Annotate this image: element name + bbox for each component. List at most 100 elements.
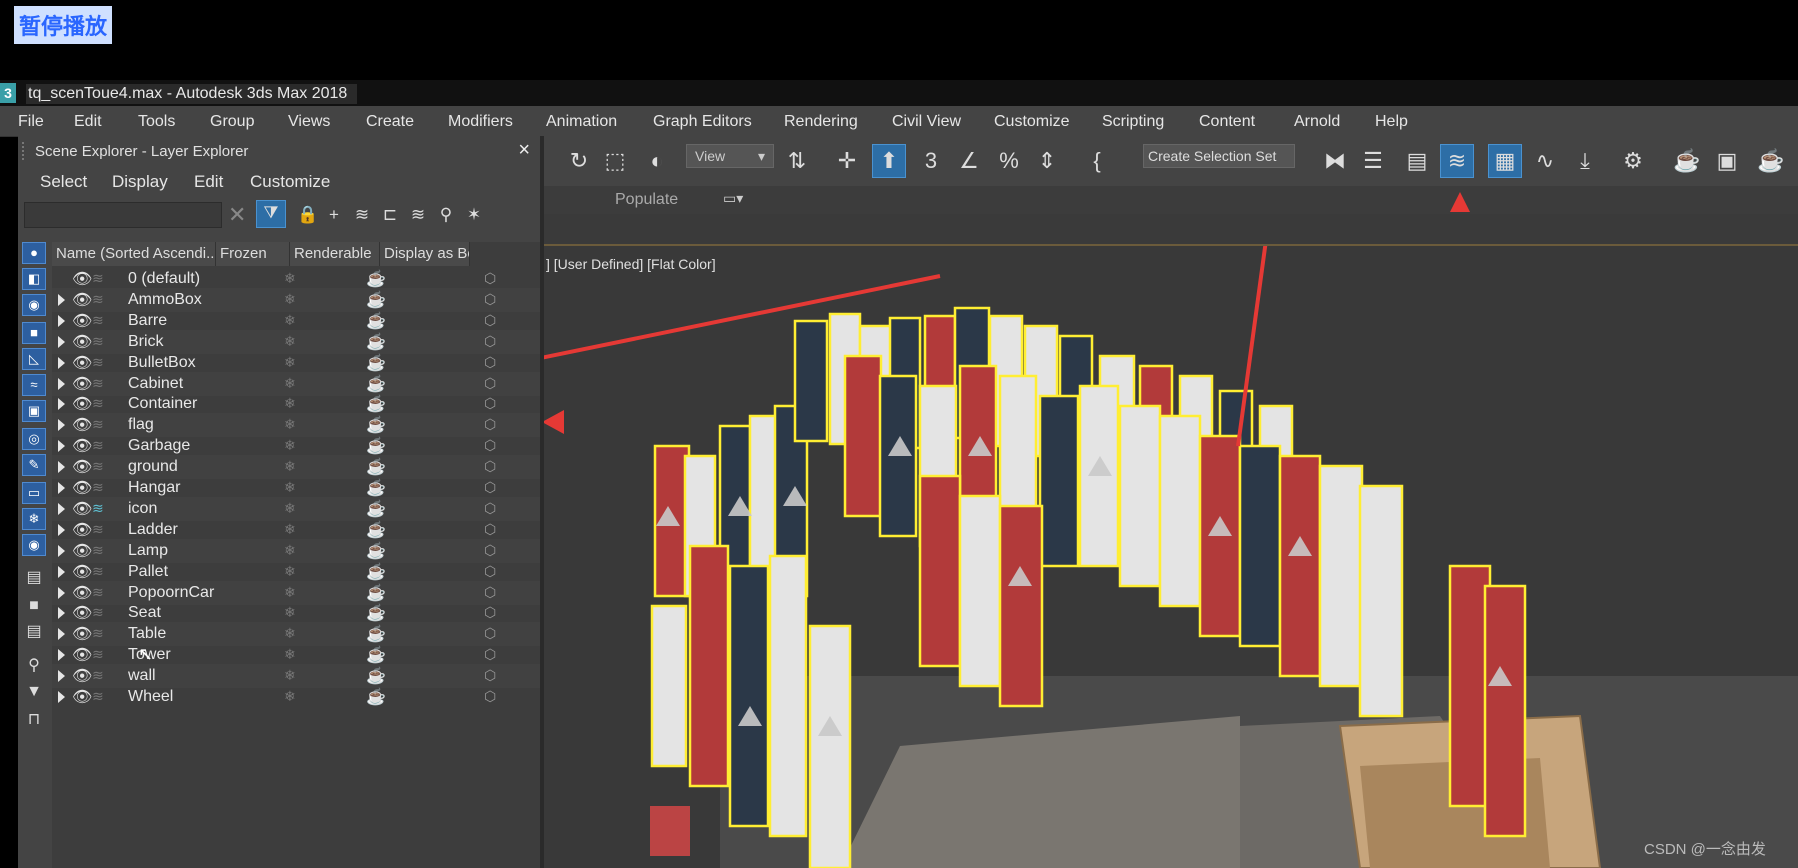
select-region-icon[interactable]: ⬚ [598,144,632,178]
freeze-snowflake-icon[interactable]: ❄ [284,395,296,412]
freeze-snowflake-icon[interactable]: ❄ [284,667,296,684]
renderable-teapot-icon[interactable]: ☕ [366,562,386,582]
expand-arrow-icon[interactable] [58,419,65,432]
helpers-filter-icon[interactable]: ◺ [22,348,46,370]
filter-toggle-icon[interactable]: ▼ [23,682,45,702]
column-header-renderable[interactable]: Renderable [290,242,380,266]
menu-content[interactable]: Content [1199,113,1255,131]
layer-name[interactable]: icon [128,500,157,518]
freeze-snowflake-icon[interactable]: ❄ [284,375,296,392]
visibility-eye-icon[interactable]: 👁 [72,499,92,519]
sync-selection-icon[interactable]: ⚲ [23,656,45,676]
layer-name[interactable]: ground [128,458,178,476]
pivot-center-icon[interactable]: ⇅ [780,144,814,178]
layer-stack-icon[interactable]: ≋ [92,437,104,454]
layer-stack-icon[interactable]: ≋ [406,203,430,227]
renderable-teapot-icon[interactable]: ☕ [366,583,386,603]
visibility-eye-icon[interactable]: 👁 [72,311,92,331]
layer-name[interactable]: Garbage [128,437,190,455]
freeze-snowflake-icon[interactable]: ❄ [284,542,296,559]
menu-create[interactable]: Create [366,113,414,131]
menu-group[interactable]: Group [210,113,254,131]
freeze-snowflake-icon[interactable]: ❄ [284,458,296,475]
display-as-box-icon[interactable]: ⬡ [484,270,496,287]
expand-arrow-icon[interactable] [58,398,65,411]
menu-edit[interactable]: Edit [74,113,102,131]
groups-filter-icon[interactable]: ▣ [22,400,46,422]
display-all-icon[interactable]: ▤ [23,568,45,588]
layer-stack-icon[interactable]: ≋ [92,395,104,412]
renderable-teapot-icon[interactable]: ☕ [366,436,386,456]
expand-arrow-icon[interactable] [58,335,65,348]
display-as-box-icon[interactable]: ⬡ [484,688,496,705]
display-as-box-icon[interactable]: ⬡ [484,375,496,392]
display-as-box-icon[interactable]: ⬡ [484,395,496,412]
display-as-box-icon[interactable]: ⬡ [484,625,496,642]
visibility-eye-icon[interactable]: 👁 [72,290,92,310]
schematic-view-icon[interactable]: ⤓ [1568,144,1602,178]
renderable-teapot-icon[interactable]: ☕ [366,332,386,352]
expand-arrow-icon[interactable] [58,586,65,599]
explorer-menu-display[interactable]: Display [112,172,168,192]
layer-settings-icon[interactable]: ✶ [462,203,486,227]
expand-arrow-icon[interactable] [58,691,65,703]
display-as-box-icon[interactable]: ⬡ [484,416,496,433]
renderable-teapot-icon[interactable]: ☕ [366,624,386,644]
curve-editor-icon[interactable]: ∿ [1528,144,1562,178]
expand-arrow-icon[interactable] [58,356,65,369]
filter-icon[interactable]: ⧩ [256,200,286,228]
visibility-eye-icon[interactable]: 👁 [72,457,92,477]
expand-arrow-icon[interactable] [58,628,65,641]
add-layer-icon[interactable]: + [322,203,346,227]
freeze-snowflake-icon[interactable]: ❄ [284,291,296,308]
pause-playback-button[interactable]: 暂停播放 [14,6,113,44]
visibility-eye-icon[interactable]: 👁 [72,603,92,623]
expand-arrow-icon[interactable] [58,293,65,306]
explorer-menu-edit[interactable]: Edit [194,172,223,192]
display-as-box-icon[interactable]: ⬡ [484,604,496,621]
layer-stack-icon[interactable]: ≋ [92,291,104,308]
visibility-eye-icon[interactable]: 👁 [72,436,92,456]
menu-tools[interactable]: Tools [138,113,175,131]
renderable-teapot-icon[interactable]: ☕ [366,666,386,686]
layer-stack-icon[interactable]: ≋ [92,312,104,329]
renderable-teapot-icon[interactable]: ☕ [366,290,386,310]
freeze-snowflake-icon[interactable]: ❄ [284,604,296,621]
named-selection-set-dropdown[interactable]: Create Selection Set [1143,144,1295,168]
layer-stack-icon[interactable]: ≋ [92,416,104,433]
geometry-filter-icon[interactable]: ● [22,242,46,264]
renderable-teapot-icon[interactable]: ☕ [366,311,386,331]
layer-stack-icon[interactable]: ≋ [92,521,104,538]
layer-stack-icon[interactable]: ≋ [92,479,104,496]
lights-filter-icon[interactable]: ◉ [22,294,46,316]
visibility-eye-icon[interactable]: 👁 [72,353,92,373]
snaps-toggle-icon[interactable]: 3 [914,144,948,178]
renderable-teapot-icon[interactable]: ☕ [366,394,386,414]
renderable-teapot-icon[interactable]: ☕ [366,415,386,435]
layer-name[interactable]: Seat [128,604,161,622]
renderable-teapot-icon[interactable]: ☕ [366,687,386,707]
reference-coordinate-dropdown[interactable]: View ▾ [686,144,774,168]
layer-name[interactable]: Wheel [128,688,173,706]
layer-name[interactable]: Brick [128,333,164,351]
layer-stack-icon[interactable]: ≋ [92,333,104,350]
visibility-eye-icon[interactable]: 👁 [72,394,92,414]
cameras-filter-icon[interactable]: ■ [22,322,46,344]
menu-modifiers[interactable]: Modifiers [448,113,513,131]
layer-toolbox-icon[interactable]: ⊓ [23,710,45,730]
toggle-ribbon-icon[interactable]: ▦ [1488,144,1522,178]
edit-named-selection-icon[interactable]: { [1080,144,1114,178]
space-warps-filter-icon[interactable]: ≈ [22,374,46,396]
add-to-layer-icon[interactable]: ≋ [350,203,374,227]
layer-stack-icon[interactable]: ≋ [92,563,104,580]
expand-arrow-icon[interactable] [58,440,65,453]
layer-stack-icon[interactable]: ≋ [92,584,104,601]
select-manipulate-icon[interactable]: ✛ [830,144,864,178]
align-icon[interactable]: ☰ [1356,144,1390,178]
layer-name[interactable]: 0 (default) [128,270,200,288]
menu-customize[interactable]: Customize [994,113,1070,131]
toggle-layer-explorer-icon[interactable]: ≋ [1440,144,1474,178]
containers-filter-icon[interactable]: ▭ [22,482,46,504]
expand-arrow-icon[interactable] [58,523,65,536]
render-setup-icon[interactable]: ☕ [1670,144,1704,178]
